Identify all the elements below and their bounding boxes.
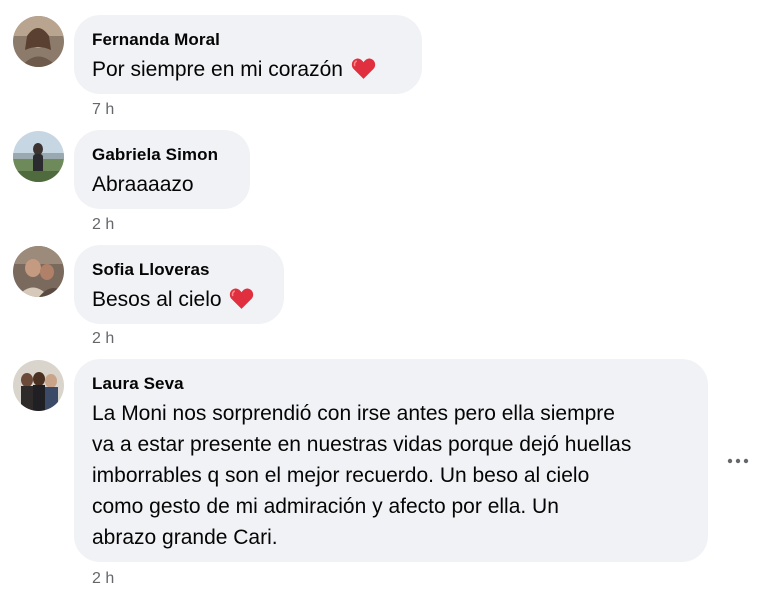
- avatar-photo-icon: [13, 360, 64, 411]
- comment-bubble: Laura Seva La Moni nos sorprendió con ir…: [74, 359, 708, 562]
- red-heart-icon: [351, 58, 375, 79]
- comment-author[interactable]: Gabriela Simon: [92, 144, 232, 166]
- comment-text: Besos al cielo: [92, 284, 266, 315]
- avatar[interactable]: [13, 360, 64, 411]
- comment-author[interactable]: Sofia Lloveras: [92, 259, 266, 281]
- comment-text: Abraaaazo: [92, 173, 194, 196]
- avatar-photo-icon: [13, 246, 64, 297]
- comment-text: Por siempre en mi corazón: [92, 54, 404, 85]
- comment-text-content: Por siempre en mi corazón: [92, 58, 343, 81]
- avatar[interactable]: [13, 131, 64, 182]
- comment-bubble: Gabriela Simon Abraaaazo: [74, 130, 250, 209]
- comment-bubble: Fernanda Moral Por siempre en mi corazón: [74, 15, 422, 94]
- comment-timestamp[interactable]: 2 h: [92, 569, 114, 589]
- more-options-icon[interactable]: [722, 449, 754, 473]
- comment-author[interactable]: Laura Seva: [92, 373, 690, 395]
- comment-author[interactable]: Fernanda Moral: [92, 29, 404, 51]
- comment-timestamp[interactable]: 2 h: [92, 215, 114, 235]
- comment-text-line: abrazo grande Cari.: [92, 526, 278, 549]
- comment-text-content: Besos al cielo: [92, 288, 222, 311]
- avatar[interactable]: [13, 16, 64, 67]
- avatar-photo-icon: [13, 131, 64, 182]
- comment-timestamp[interactable]: 2 h: [92, 329, 114, 349]
- comment-text: La Moni nos sorprendió con irse antes pe…: [92, 398, 690, 553]
- comment-timestamp[interactable]: 7 h: [92, 100, 114, 120]
- comment-bubble: Sofia Lloveras Besos al cielo: [74, 245, 284, 324]
- red-heart-icon: [230, 288, 254, 309]
- comment-thread: Fernanda Moral Por siempre en mi corazón…: [0, 0, 768, 598]
- comment-text-line: va a estar presente en nuestras vidas po…: [92, 433, 632, 456]
- comment-text-line: imborrables q son el mejor recuerdo. Un …: [92, 464, 590, 487]
- avatar[interactable]: [13, 246, 64, 297]
- avatar-photo-icon: [13, 16, 64, 67]
- comment-text-line: como gesto de mi admiración y afecto por…: [92, 495, 559, 518]
- comment-text-line: La Moni nos sorprendió con irse antes pe…: [92, 402, 615, 425]
